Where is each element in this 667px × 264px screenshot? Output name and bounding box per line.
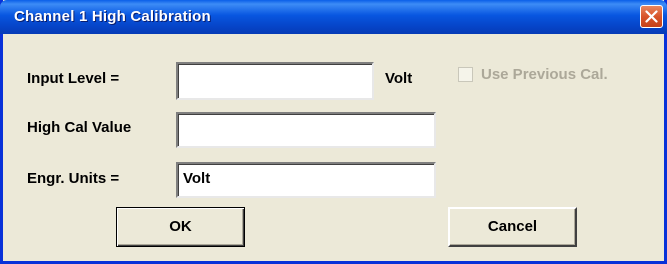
close-button[interactable] (640, 5, 663, 28)
title-bar[interactable]: Channel 1 High Calibration (0, 0, 667, 34)
cancel-button-label: Cancel (487, 218, 538, 235)
input-level-field[interactable] (176, 62, 374, 100)
engr-units-label: Engr. Units = (27, 170, 120, 187)
use-previous-cal-checkbox[interactable]: Use Previous Cal. (458, 66, 608, 86)
window-title: Channel 1 High Calibration (14, 8, 211, 25)
high-cal-value-label: High Cal Value (27, 119, 132, 136)
dialog-window: Channel 1 High Calibration Input Level =… (0, 0, 667, 264)
high-cal-value-field[interactable] (176, 112, 436, 148)
ok-button-label: OK (169, 218, 192, 235)
input-level-unit: Volt (385, 70, 413, 87)
cancel-button[interactable]: Cancel (448, 207, 577, 247)
input-level-label: Input Level = (27, 70, 120, 87)
use-previous-cal-label: Use Previous Cal. (481, 66, 608, 84)
engr-units-field[interactable]: Volt (176, 162, 436, 198)
checkbox-box[interactable] (458, 67, 473, 83)
ok-button[interactable]: OK (116, 207, 245, 247)
